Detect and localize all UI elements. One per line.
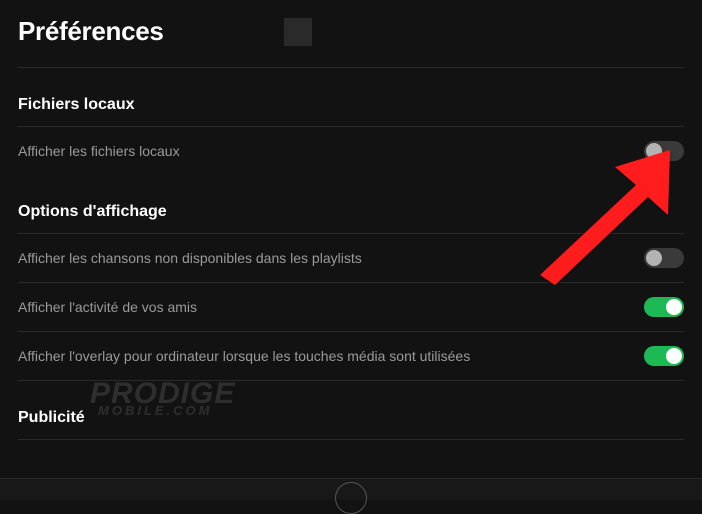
play-button-icon[interactable] — [335, 482, 367, 514]
friends-activity-toggle[interactable] — [644, 297, 684, 317]
row-friends-activity: Afficher l'activité de vos amis — [0, 283, 702, 331]
unavailable-songs-toggle[interactable] — [644, 248, 684, 268]
row-media-overlay: Afficher l'overlay pour ordinateur lorsq… — [0, 332, 702, 380]
media-overlay-label: Afficher l'overlay pour ordinateur lorsq… — [18, 348, 470, 364]
divider — [18, 439, 684, 440]
row-local-files: Afficher les fichiers locaux — [0, 127, 702, 175]
page-title: Préférences — [18, 16, 164, 47]
friends-activity-label: Afficher l'activité de vos amis — [18, 299, 197, 315]
media-overlay-toggle[interactable] — [644, 346, 684, 366]
row-unavailable-songs: Afficher les chansons non disponibles da… — [0, 234, 702, 282]
section-ads-title: Publicité — [0, 381, 702, 439]
section-display-title: Options d'affichage — [0, 175, 702, 233]
local-files-toggle[interactable] — [644, 141, 684, 161]
player-bar — [0, 478, 702, 500]
unavailable-songs-label: Afficher les chansons non disponibles da… — [18, 250, 362, 266]
local-files-label: Afficher les fichiers locaux — [18, 143, 180, 159]
header-indicator — [284, 18, 312, 46]
section-local-files-title: Fichiers locaux — [0, 68, 702, 126]
